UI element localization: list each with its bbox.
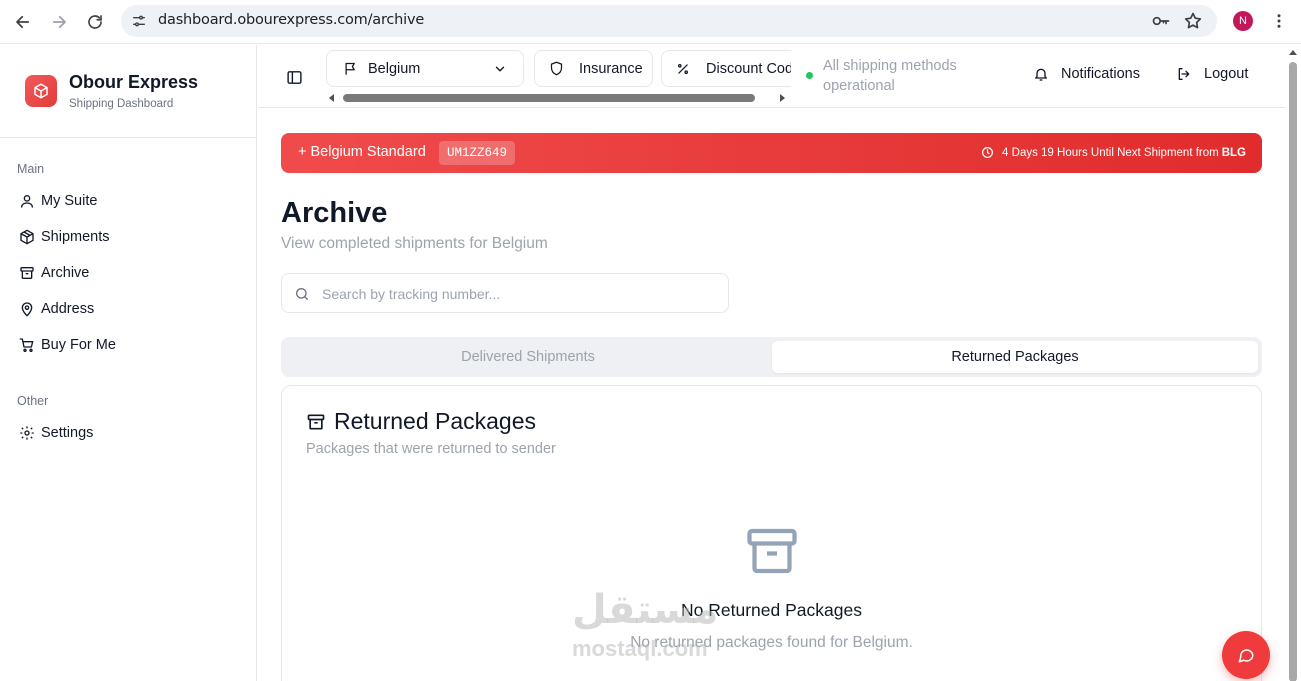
scroll-left-arrow-icon	[329, 94, 334, 102]
discount-code-button[interactable]: Discount Cod	[661, 50, 791, 87]
sidebar-toggle-icon[interactable]	[286, 69, 303, 86]
bookmark-star-icon[interactable]	[1183, 11, 1203, 31]
notifications-label: Notifications	[1061, 66, 1140, 82]
map-pin-icon	[18, 300, 36, 318]
status-text: All shipping methods operational	[823, 58, 957, 94]
card-header: Returned Packages	[306, 408, 536, 435]
suite-code-badge[interactable]: UM1ZZ649	[439, 141, 516, 165]
brand-subtitle: Shipping Dashboard	[69, 98, 174, 110]
sidebar-item-label: My Suite	[41, 193, 98, 209]
sidebar-item-label: Address	[41, 301, 95, 317]
search-input[interactable]	[322, 283, 712, 305]
back-icon[interactable]	[9, 8, 37, 36]
profile-avatar[interactable]: N	[1233, 11, 1253, 31]
brand-name: Obour Express	[69, 72, 199, 92]
browser-menu-icon[interactable]	[1270, 12, 1288, 30]
browser-toolbar: dashboard.obourexpress.com/archive N	[0, 0, 1301, 44]
discount-clip: Discount Cod	[661, 50, 791, 87]
search-box[interactable]	[281, 273, 729, 313]
percent-icon	[676, 62, 690, 76]
page-scrollbar-thumb[interactable]	[1289, 62, 1297, 681]
scroll-up-arrow-icon	[1289, 50, 1297, 55]
logout-icon	[1176, 66, 1192, 82]
page-title: Archive	[281, 197, 388, 229]
sidebar-item-label: Settings	[41, 425, 94, 441]
sidebar-item-buy-for-me[interactable]: Buy For Me	[12, 330, 244, 360]
search-icon	[294, 286, 310, 302]
gear-icon	[18, 424, 36, 442]
sidebar-item-label: Buy For Me	[41, 337, 116, 353]
user-icon	[18, 192, 36, 210]
banner-title: + Belgium Standard	[298, 144, 426, 160]
sidebar-item-address[interactable]: Address	[12, 294, 244, 324]
status-dot	[806, 72, 813, 79]
scroll-right-arrow-icon	[780, 94, 785, 102]
archive-tabs: Delivered Shipments Returned Packages	[281, 337, 1262, 377]
sidebar-item-shipments[interactable]: Shipments	[12, 222, 244, 252]
tab-delivered-shipments[interactable]: Delivered Shipments	[285, 341, 771, 373]
logout-button[interactable]: Logout	[1176, 66, 1248, 82]
page-scrollbar[interactable]	[1286, 45, 1301, 681]
section-main-label: Main	[17, 162, 45, 176]
country-select[interactable]: Belgium	[326, 50, 524, 87]
key-icon[interactable]	[1151, 11, 1171, 31]
sidebar-item-label: Archive	[41, 265, 90, 281]
next-shipment-countdown: 4 Days 19 Hours Until Next Shipment from…	[981, 146, 1246, 159]
reload-icon[interactable]	[81, 8, 109, 36]
empty-state-description: No returned packages found for Belgium.	[630, 634, 913, 651]
flag-icon	[343, 61, 358, 76]
archive-icon	[306, 412, 326, 432]
chat-bubble-icon	[1237, 646, 1255, 664]
logout-label: Logout	[1204, 66, 1249, 82]
countdown-text: 4 Days 19 Hours Until Next Shipment from	[1002, 146, 1219, 159]
sidebar-item-settings[interactable]: Settings	[12, 418, 244, 448]
empty-archive-icon	[742, 521, 802, 581]
brand: Obour Express Shipping Dashboard	[0, 45, 256, 138]
discount-code-label: Discount Cod	[706, 60, 791, 77]
toolbar-horizontal-scrollbar[interactable]	[328, 92, 792, 104]
notifications-button[interactable]: Notifications	[1033, 66, 1140, 82]
sidebar-item-my-suite[interactable]: My Suite	[12, 186, 244, 216]
url-text[interactable]: dashboard.obourexpress.com/archive	[158, 12, 424, 28]
countdown-origin: BLG	[1221, 146, 1246, 159]
section-other-label: Other	[17, 394, 49, 408]
top-bar: Belgium Insurance Discount Cod All shipp…	[258, 45, 1286, 108]
chevron-down-icon	[493, 62, 507, 76]
scrollbar-thumb[interactable]	[343, 94, 755, 102]
insurance-button[interactable]: Insurance	[534, 50, 653, 87]
sidebar: Obour Express Shipping Dashboard Main My…	[0, 45, 257, 681]
returned-packages-card: Returned Packages Packages that were ret…	[281, 385, 1262, 681]
bell-icon	[1033, 66, 1049, 82]
clock-icon	[981, 146, 994, 159]
sidebar-item-archive[interactable]: Archive	[12, 258, 244, 288]
shipping-method-banner[interactable]: + Belgium Standard UM1ZZ649 4 Days 19 Ho…	[281, 133, 1262, 173]
package-icon	[18, 228, 36, 246]
forward-icon[interactable]	[45, 8, 73, 36]
country-select-value: Belgium	[368, 60, 421, 77]
site-settings-icon[interactable]	[129, 11, 149, 31]
sidebar-item-label: Shipments	[41, 229, 110, 245]
shield-icon	[549, 61, 564, 76]
card-title: Returned Packages	[334, 408, 537, 434]
cart-icon	[18, 336, 36, 354]
address-bar[interactable]: dashboard.obourexpress.com/archive	[121, 5, 1217, 37]
tab-returned-packages[interactable]: Returned Packages	[772, 341, 1258, 373]
insurance-label: Insurance	[579, 60, 643, 77]
page-subtitle: View completed shipments for Belgium	[281, 235, 548, 252]
logo-box-icon	[25, 75, 57, 107]
card-description: Packages that were returned to sender	[306, 441, 556, 457]
archive-icon	[18, 264, 36, 282]
empty-state-title: No Returned Packages	[681, 600, 862, 620]
chat-button[interactable]	[1222, 631, 1270, 679]
